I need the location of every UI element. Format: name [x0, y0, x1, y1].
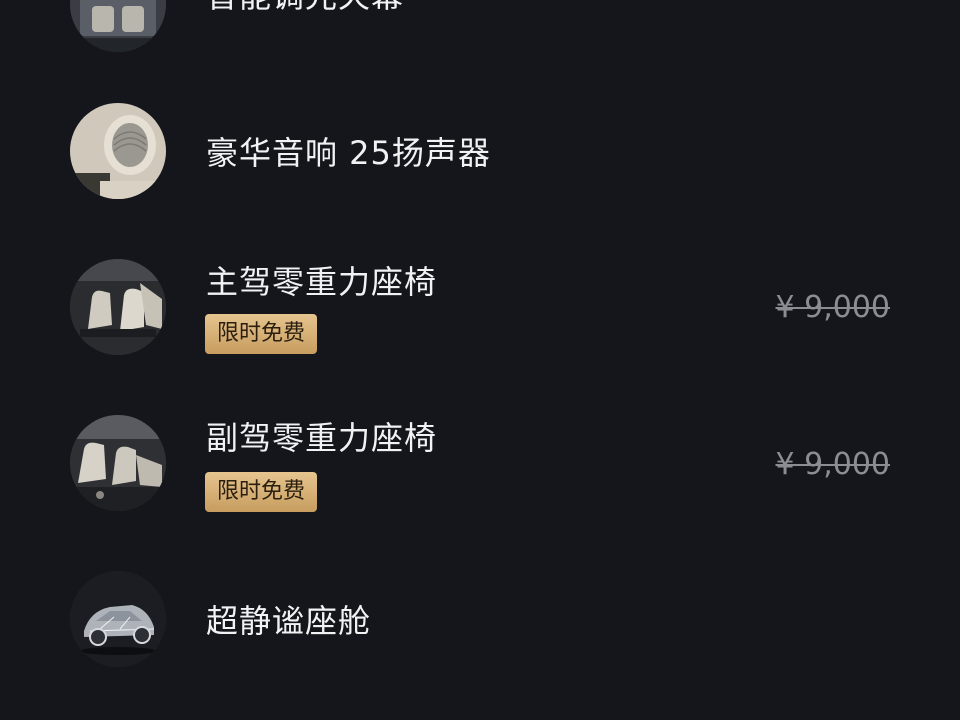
car-xray-icon: [70, 571, 166, 667]
list-item[interactable]: 智能调光天幕: [0, 0, 960, 76]
car-seat-icon: [70, 259, 166, 355]
feature-title: 超静谧座舱: [206, 602, 372, 640]
feature-title: 副驾零重力座椅: [206, 419, 438, 457]
feature-list-page: 智能调光天幕 豪华音响 25扬声器: [0, 0, 960, 720]
feature-title: 豪华音响 25扬声器: [206, 134, 491, 172]
list-item[interactable]: 豪华音响 25扬声器: [0, 96, 960, 206]
interior-cabin-icon: [70, 0, 166, 52]
original-price: ¥ 9,000: [775, 290, 890, 325]
feature-title: 主驾零重力座椅: [206, 263, 438, 301]
list-item[interactable]: 副驾零重力座椅 限时免费 ¥ 9,000: [0, 408, 960, 518]
free-badge: 限时免费: [205, 472, 318, 512]
list-item[interactable]: 主驾零重力座椅 限时免费 ¥ 9,000: [0, 252, 960, 362]
original-price: ¥ 9,000: [775, 447, 890, 482]
car-seat-icon: [70, 415, 166, 511]
feature-title: 智能调光天幕: [206, 0, 404, 16]
speaker-headrest-icon: [70, 103, 166, 199]
list-item[interactable]: 超静谧座舱: [0, 564, 960, 674]
free-badge: 限时免费: [205, 314, 318, 354]
feature-list: 智能调光天幕 豪华音响 25扬声器: [0, 0, 960, 720]
